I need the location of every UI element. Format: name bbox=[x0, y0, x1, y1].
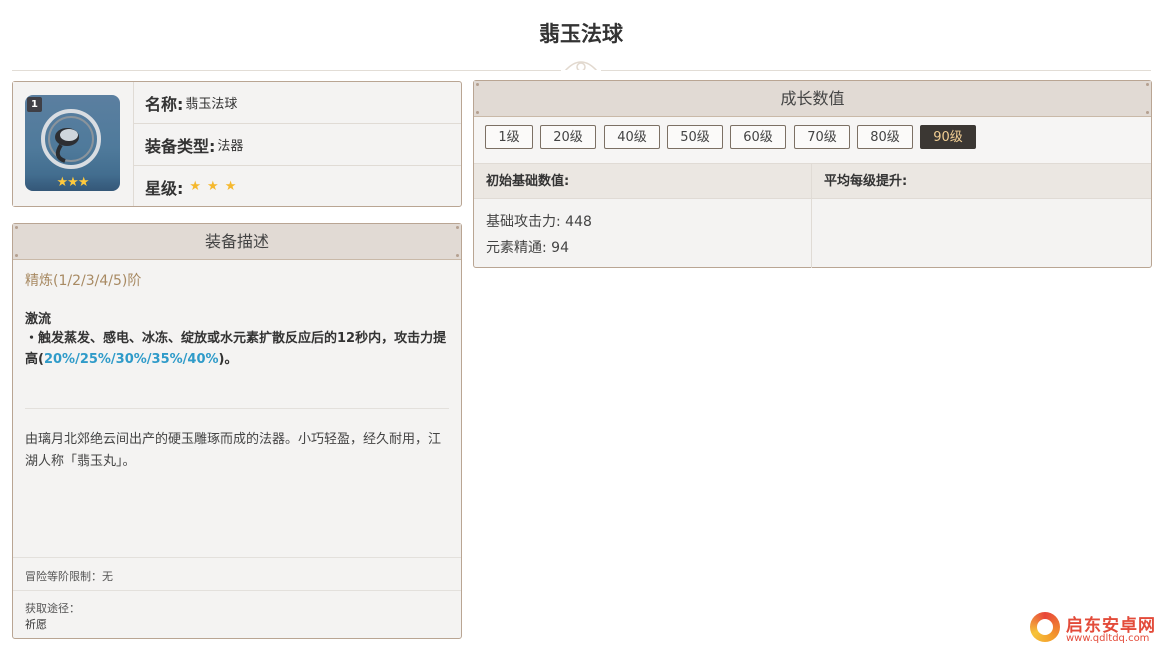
growth-header: 成长数值 bbox=[474, 81, 1151, 117]
level-selector: 1级 20级 40级 50级 60级 70级 80级 90级 bbox=[474, 117, 1151, 164]
watermark-logo-icon bbox=[1030, 612, 1060, 642]
level-tab-90[interactable]: 90级 bbox=[920, 125, 976, 149]
type-value: 法器 bbox=[217, 139, 244, 154]
rarity-label: 星级: bbox=[145, 178, 184, 198]
watermark: 启东安卓网 www.qdltdq.com bbox=[1028, 609, 1158, 647]
rank-limit-row: 冒险等阶限制：无 bbox=[13, 557, 461, 591]
name-value: 翡玉法球 bbox=[185, 97, 238, 112]
passive-text-post: )。 bbox=[218, 352, 238, 367]
description-header: 装备描述 bbox=[13, 224, 461, 260]
elemental-mastery-stat: 元素精通: 94 bbox=[486, 240, 569, 256]
level-tab-60[interactable]: 60级 bbox=[730, 125, 786, 149]
divider bbox=[25, 408, 449, 409]
passive-values: 20%/25%/30%/35%/40% bbox=[43, 352, 219, 367]
source-label: 获取途径： bbox=[25, 602, 80, 615]
rarity-stars: ★★★ bbox=[189, 179, 243, 194]
lore-text: 由璃月北郊绝云间出产的硬玉雕琢而成的法器。小巧轻盈，经久耐用，江湖人称「翡玉丸」… bbox=[25, 432, 442, 469]
rarity-row: 星级: ★★★ bbox=[134, 166, 461, 207]
refinement-label: 精炼(1/2/3/4/5)阶 bbox=[25, 273, 142, 289]
growth-header-label: 成长数值 bbox=[780, 89, 845, 108]
level-tab-20[interactable]: 20级 bbox=[540, 125, 596, 149]
type-label: 装备类型: bbox=[145, 136, 216, 156]
passive-name: 激流 bbox=[25, 312, 52, 327]
weapon-icon-cell: 1 ★★★ bbox=[13, 82, 134, 206]
level-tab-1[interactable]: 1级 bbox=[485, 125, 533, 149]
level-tab-40[interactable]: 40级 bbox=[604, 125, 660, 149]
page-title: 翡玉法球 bbox=[539, 22, 623, 46]
description-header-label: 装备描述 bbox=[204, 232, 269, 251]
column-divider bbox=[811, 164, 812, 268]
avg-growth-header: 平均每级提升: bbox=[812, 164, 1151, 199]
rank-limit-text: 冒险等阶限制：无 bbox=[25, 570, 113, 583]
ornament-icon bbox=[561, 61, 601, 74]
watermark-url: www.qdltdq.com bbox=[1066, 633, 1150, 644]
description-panel: 装备描述 精炼(1/2/3/4/5)阶 激流 ・触发蒸发、感电、冰冻、绽放或水元… bbox=[12, 223, 462, 639]
base-atk-stat: 基础攻击力: 448 bbox=[486, 214, 592, 230]
level-tab-50[interactable]: 50级 bbox=[667, 125, 723, 149]
weapon-image: 1 ★★★ bbox=[25, 95, 120, 191]
image-rarity-stars: ★★★ bbox=[25, 175, 120, 191]
type-row: 装备类型: 法器 bbox=[134, 124, 461, 166]
passive-description: ・触发蒸发、感电、冰冻、绽放或水元素扩散反应后的12秒内，攻击力提高(20%/2… bbox=[25, 328, 450, 370]
level-tab-70[interactable]: 70级 bbox=[794, 125, 850, 149]
weapon-info-card: 1 ★★★ 名称: 翡玉法球 装备类型: 法器 星级: ★★★ bbox=[12, 81, 462, 207]
base-stats-header: 初始基础数值: bbox=[474, 164, 812, 199]
source-value: 祈愿 bbox=[25, 618, 47, 631]
name-label: 名称: bbox=[145, 94, 184, 114]
growth-stats-panel: 成长数值 1级 20级 40级 50级 60级 70级 80级 90级 初始基础数值: 平均每… bbox=[473, 80, 1152, 268]
level-badge: 1 bbox=[27, 97, 42, 112]
level-tab-80[interactable]: 80级 bbox=[857, 125, 913, 149]
name-row: 名称: 翡玉法球 bbox=[134, 82, 461, 124]
source-row: 获取途径： 祈愿 bbox=[13, 590, 461, 639]
